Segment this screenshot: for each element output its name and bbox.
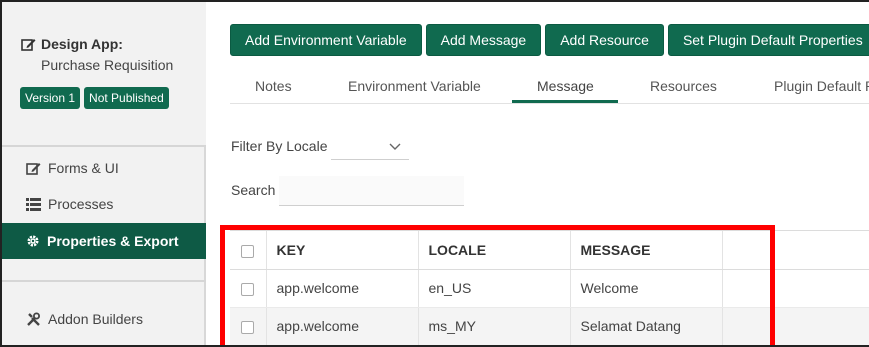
select-all-checkbox[interactable] bbox=[241, 244, 254, 258]
sidebar-item-addon-builders[interactable]: Addon Builders bbox=[2, 301, 206, 337]
sidebar-item-label: Forms & UI bbox=[48, 160, 119, 176]
app-info: Design App: Purchase Requisition Version… bbox=[2, 2, 206, 147]
tab-resources[interactable]: Resources bbox=[650, 78, 717, 94]
add-environment-variable-button[interactable]: Add Environment Variable bbox=[230, 24, 422, 56]
status-badge[interactable]: Not Published bbox=[84, 87, 169, 109]
chevron-down-icon bbox=[389, 138, 401, 156]
tab-plugin-default-properties[interactable]: Plugin Default P bbox=[774, 78, 869, 94]
list-icon bbox=[26, 197, 41, 211]
column-header-key[interactable]: KEY bbox=[266, 231, 419, 270]
cell-message: Welcome bbox=[570, 269, 723, 308]
column-header-empty bbox=[722, 231, 869, 270]
cell-empty bbox=[722, 269, 869, 308]
edit-icon bbox=[26, 161, 41, 175]
tab-message[interactable]: Message bbox=[537, 78, 594, 94]
cell-key[interactable]: app.welcome bbox=[266, 307, 419, 346]
column-header-message[interactable]: MESSAGE bbox=[570, 231, 723, 270]
app-badges: Version 1 Not Published bbox=[20, 87, 169, 109]
row-checkbox[interactable] bbox=[241, 282, 254, 296]
app-label: Design App: bbox=[41, 36, 123, 52]
add-message-button[interactable]: Add Message bbox=[425, 24, 542, 56]
cell-locale: ms_MY bbox=[418, 307, 571, 346]
filter-locale-label: Filter By Locale bbox=[231, 138, 328, 154]
app-title: Design App: bbox=[21, 36, 123, 52]
sidebar: Design App: Purchase Requisition Version… bbox=[2, 2, 206, 345]
cell-empty bbox=[722, 307, 869, 346]
main-content: Add Environment Variable Add Message Add… bbox=[208, 2, 869, 346]
cell-message: Selamat Datang bbox=[570, 307, 723, 346]
sidebar-item-label: Addon Builders bbox=[48, 311, 143, 327]
toolbar: Add Environment Variable Add Message Add… bbox=[230, 24, 869, 56]
search-label: Search bbox=[231, 182, 276, 198]
row-select-cell bbox=[230, 269, 267, 308]
cell-locale: en_US bbox=[418, 269, 571, 308]
tab-notes[interactable]: Notes bbox=[255, 78, 292, 94]
tab-environment-variable[interactable]: Environment Variable bbox=[348, 78, 481, 94]
tools-icon bbox=[26, 312, 41, 327]
edit-icon bbox=[21, 37, 36, 51]
add-resource-button[interactable]: Add Resource bbox=[545, 24, 664, 56]
active-tab-indicator bbox=[512, 100, 618, 103]
version-badge[interactable]: Version 1 bbox=[20, 87, 81, 109]
sidebar-item-properties-export[interactable]: Properties & Export bbox=[2, 223, 206, 259]
app-name: Purchase Requisition bbox=[41, 57, 174, 73]
row-select-cell bbox=[230, 307, 267, 346]
sidebar-item-label: Properties & Export bbox=[47, 233, 179, 249]
table-header-row: KEY LOCALE MESSAGE bbox=[230, 231, 869, 270]
gear-icon bbox=[26, 234, 40, 248]
table-row[interactable]: app.welcome ms_MY Selamat Datang bbox=[230, 307, 869, 346]
sidebar-item-processes[interactable]: Processes bbox=[2, 186, 206, 222]
row-checkbox[interactable] bbox=[241, 320, 254, 334]
sidebar-item-label: Processes bbox=[48, 196, 114, 212]
sidebar-item-forms-ui[interactable]: Forms & UI bbox=[2, 150, 206, 186]
tab-bar: Notes Environment Variable Message Resou… bbox=[230, 74, 869, 104]
search-input[interactable] bbox=[279, 176, 464, 206]
locale-select[interactable] bbox=[331, 128, 409, 160]
set-plugin-default-properties-button[interactable]: Set Plugin Default Properties bbox=[667, 24, 869, 56]
table-row[interactable]: app.welcome en_US Welcome bbox=[230, 269, 869, 308]
cell-key[interactable]: app.welcome bbox=[266, 269, 419, 308]
message-table: KEY LOCALE MESSAGE app.welcome en_US Wel… bbox=[230, 230, 869, 346]
sidebar-divider bbox=[2, 280, 206, 282]
column-header-locale[interactable]: LOCALE bbox=[418, 231, 571, 270]
select-all-cell bbox=[230, 231, 267, 270]
